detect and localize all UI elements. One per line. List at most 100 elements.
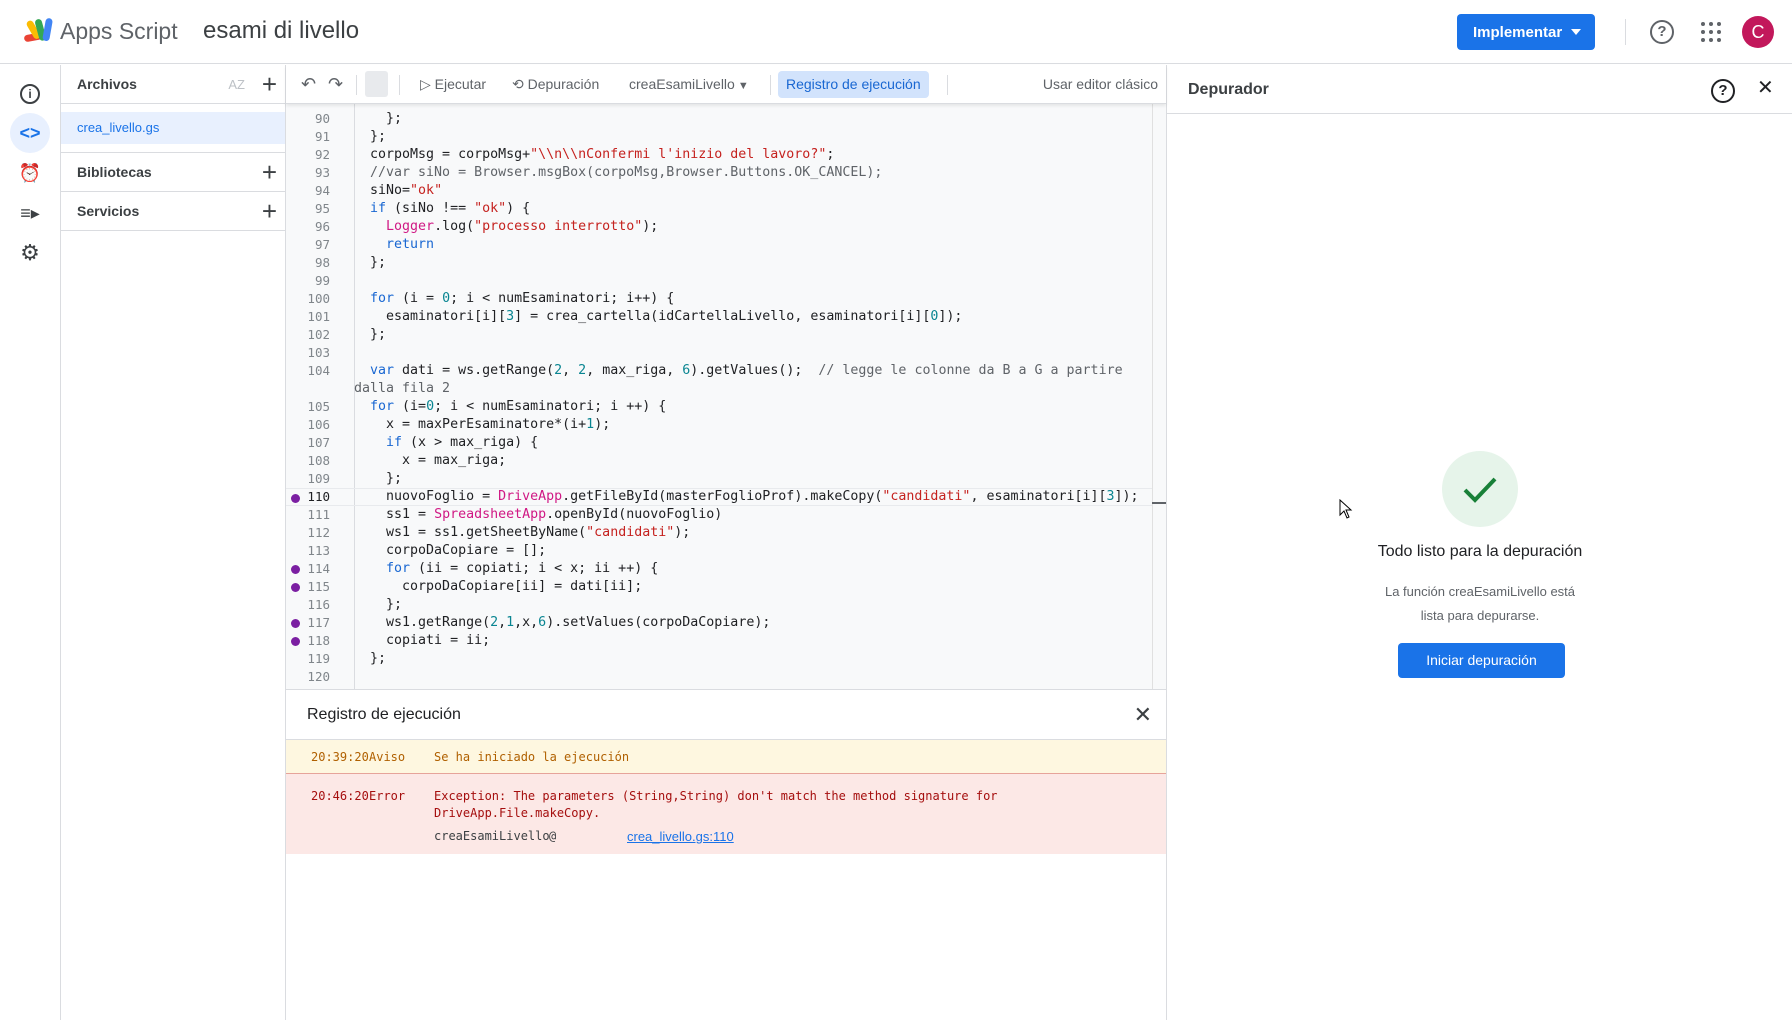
line-number[interactable]: 98 — [286, 254, 330, 272]
divider — [947, 75, 948, 95]
code-line[interactable]: 109 }; — [286, 470, 1152, 488]
run-button[interactable]: ▷ Ejecutar — [420, 65, 486, 104]
code-line[interactable]: 93 //var siNo = Browser.msgBox(corpoMsg,… — [286, 164, 1152, 182]
code-line[interactable]: 90 }; — [286, 110, 1152, 128]
nav-overview[interactable]: i — [10, 74, 50, 114]
line-number[interactable]: 111 — [286, 506, 330, 524]
line-number[interactable]: 106 — [286, 416, 330, 434]
close-icon[interactable]: ✕ — [1757, 75, 1774, 100]
line-number[interactable]: 114 — [286, 560, 330, 578]
line-number[interactable]: 101 — [286, 308, 330, 326]
redo-icon[interactable]: ↷ — [328, 65, 343, 104]
code-line-wrap[interactable]: dalla fila 2 — [286, 380, 1152, 398]
classic-editor-link[interactable]: Usar editor clásico — [1043, 65, 1158, 104]
line-number[interactable]: 92 — [286, 146, 330, 164]
code-line[interactable]: 107 if (x > max_riga) { — [286, 434, 1152, 452]
line-number[interactable]: 105 — [286, 398, 330, 416]
sort-az-icon[interactable]: AZ — [228, 65, 245, 104]
line-number[interactable]: 107 — [286, 434, 330, 452]
line-number[interactable]: 103 — [286, 344, 330, 362]
log-message-line2: DriveApp.File.makeCopy. — [434, 806, 601, 820]
code-line[interactable]: 113 corpoDaCopiare = []; — [286, 542, 1152, 560]
code-line[interactable]: 105 for (i=0; i < numEsaminatori; i ++) … — [286, 398, 1152, 416]
code-text: esaminatori[i][3] = crea_cartella(idCart… — [354, 308, 962, 326]
code-line[interactable]: 99 — [286, 272, 1152, 290]
execution-log-button[interactable]: Registro de ejecución — [778, 71, 929, 98]
line-number[interactable]: 109 — [286, 470, 330, 488]
deploy-button[interactable]: Implementar — [1457, 14, 1595, 50]
code-line[interactable]: 108 x = max_riga; — [286, 452, 1152, 470]
code-line[interactable]: 114 for (ii = copiati; i < x; ii ++) { — [286, 560, 1152, 578]
line-number[interactable]: 91 — [286, 128, 330, 146]
apps-grid-icon[interactable] — [1701, 22, 1721, 42]
project-title[interactable]: esami di livello — [203, 17, 359, 45]
line-number[interactable]: 120 — [286, 668, 330, 686]
line-number[interactable]: 102 — [286, 326, 330, 344]
add-file-icon[interactable]: + — [262, 65, 277, 104]
line-number[interactable]: 93 — [286, 164, 330, 182]
line-number[interactable]: 110 — [286, 489, 330, 505]
code-line[interactable]: 111 ss1 = SpreadsheetApp.openById(nuovoF… — [286, 506, 1152, 524]
code-line[interactable]: 100 for (i = 0; i < numEsaminatori; i++)… — [286, 290, 1152, 308]
line-number[interactable]: 99 — [286, 272, 330, 290]
code-line[interactable]: 92 corpoMsg = corpoMsg+"\\n\\nConfermi l… — [286, 146, 1152, 164]
line-number[interactable]: 113 — [286, 542, 330, 560]
code-line[interactable]: 95 if (siNo !== "ok") { — [286, 200, 1152, 218]
line-number[interactable]: 119 — [286, 650, 330, 668]
line-number[interactable]: 90 — [286, 110, 330, 128]
code-text: Logger.log("processo interrotto"); — [354, 218, 658, 236]
nav-executions[interactable]: ≡▸ — [10, 193, 50, 233]
code-line[interactable]: 104 var dati = ws.getRange(2, 2, max_rig… — [286, 362, 1152, 380]
save-icon[interactable] — [365, 71, 388, 97]
code-line[interactable]: 96 Logger.log("processo interrotto"); — [286, 218, 1152, 236]
close-icon[interactable]: ✕ — [1134, 690, 1152, 740]
line-number[interactable]: 104 — [286, 362, 330, 380]
code-line[interactable]: 97 return — [286, 236, 1152, 254]
code-line[interactable]: 103 — [286, 344, 1152, 362]
line-number[interactable]: 100 — [286, 290, 330, 308]
code-line[interactable]: 116 }; — [286, 596, 1152, 614]
code-line[interactable]: 101 esaminatori[i][3] = crea_cartella(id… — [286, 308, 1152, 326]
nav-triggers[interactable]: ⏰ — [10, 153, 50, 193]
code-line[interactable]: 94 siNo="ok" — [286, 182, 1152, 200]
libraries-section-header[interactable]: Bibliotecas + — [61, 152, 285, 192]
code-line[interactable]: 112 ws1 = ss1.getSheetByName("candidati"… — [286, 524, 1152, 542]
code-line[interactable]: 91 }; — [286, 128, 1152, 146]
help-icon[interactable]: ? — [1711, 79, 1735, 103]
line-number[interactable]: 97 — [286, 236, 330, 254]
stack-link[interactable]: crea_livello.gs:110 — [627, 829, 734, 844]
services-section-header[interactable]: Servicios + — [61, 192, 285, 231]
line-number[interactable]: 96 — [286, 218, 330, 236]
nav-settings[interactable]: ⚙ — [10, 233, 50, 273]
code-line[interactable]: 102 }; — [286, 326, 1152, 344]
code-editor[interactable]: 90 }; 91 }; 92 corpoMsg = corpoMsg+"\\n\\n… — [286, 104, 1166, 690]
code-line[interactable]: 106 x = maxPerEsaminatore*(i+1); — [286, 416, 1152, 434]
add-service-icon[interactable]: + — [262, 192, 277, 231]
avatar[interactable]: C — [1742, 16, 1774, 48]
scrollbar-track[interactable] — [1152, 104, 1153, 689]
nav-editor[interactable]: <> — [10, 113, 50, 153]
line-number[interactable]: 118 — [286, 632, 330, 650]
code-line[interactable]: 118 copiati = ii; — [286, 632, 1152, 650]
line-number[interactable]: 116 — [286, 596, 330, 614]
code-token: esaminatori[i][ — [354, 309, 507, 324]
code-line[interactable]: 117 ws1.getRange(2,1,x,6).setValues(corp… — [286, 614, 1152, 632]
help-icon[interactable]: ? — [1650, 20, 1674, 44]
line-number[interactable]: 112 — [286, 524, 330, 542]
line-number[interactable]: 115 — [286, 578, 330, 596]
code-line[interactable]: 98 }; — [286, 254, 1152, 272]
code-line[interactable]: 110 nuovoFoglio = DriveApp.getFileById(m… — [286, 488, 1152, 506]
code-line[interactable]: 120 — [286, 668, 1152, 686]
code-line[interactable]: 119 }; — [286, 650, 1152, 668]
line-number[interactable]: 108 — [286, 452, 330, 470]
undo-icon[interactable]: ↶ — [301, 65, 316, 104]
code-line[interactable]: 115 corpoDaCopiare[ii] = dati[ii]; — [286, 578, 1152, 596]
file-item[interactable]: crea_livello.gs — [61, 112, 285, 144]
start-debugging-button[interactable]: Iniciar depuración — [1398, 643, 1565, 678]
line-number[interactable]: 95 — [286, 200, 330, 218]
function-select[interactable]: creaEsamiLivello ▼ — [629, 65, 749, 104]
line-number[interactable]: 117 — [286, 614, 330, 632]
add-library-icon[interactable]: + — [262, 153, 277, 192]
debug-button[interactable]: ⟲ Depuración — [512, 65, 599, 104]
line-number[interactable]: 94 — [286, 182, 330, 200]
